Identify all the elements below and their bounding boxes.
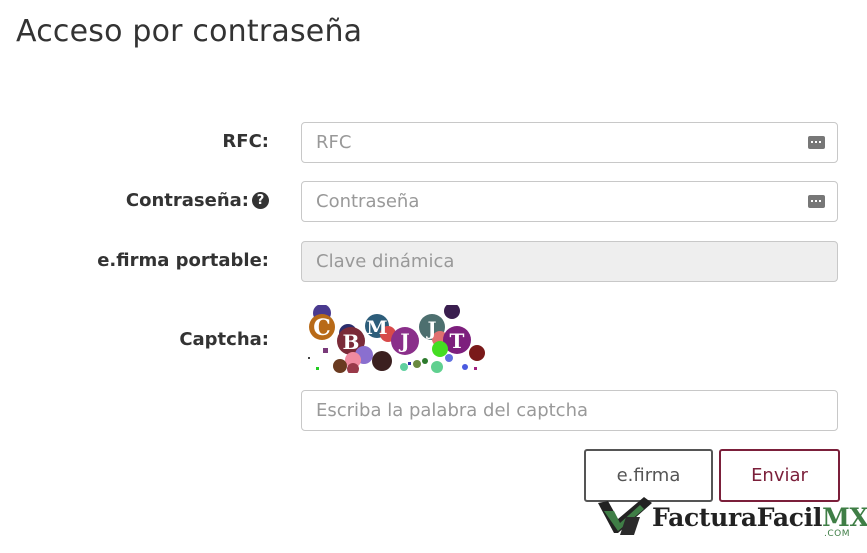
rfc-field[interactable]	[301, 122, 838, 163]
page-title: Acceso por contraseña	[16, 14, 363, 49]
portable-label: e.firma portable:	[97, 250, 269, 271]
captcha-label: Captcha:	[179, 329, 269, 350]
captcha-field[interactable]	[301, 390, 838, 431]
enviar-button[interactable]: Enviar	[719, 449, 840, 502]
rfc-label: RFC:	[222, 131, 269, 152]
portable-field	[301, 241, 838, 282]
svg-text:J: J	[398, 329, 409, 353]
rfc-input[interactable]	[302, 123, 837, 162]
keyboard-icon[interactable]	[808, 136, 825, 149]
svg-text:M: M	[366, 317, 387, 339]
captcha-input[interactable]	[302, 391, 837, 430]
dynamic-key-input	[302, 242, 837, 281]
login-page: Acceso por contraseña RFC: Contraseña:? …	[0, 0, 867, 553]
svg-text:C: C	[313, 315, 331, 341]
facturafacil-logo: FacturaFacilMX .COM	[596, 497, 867, 541]
logo-wordmark: FacturaFacilMX	[652, 503, 867, 532]
password-field[interactable]	[301, 181, 838, 222]
password-label: Contraseña:	[125, 190, 249, 211]
captcha-graphic: C B M J J T	[308, 305, 485, 373]
logo-check-icon	[598, 497, 652, 535]
question-circle-icon[interactable]: ?	[252, 192, 269, 209]
svg-text:J: J	[426, 318, 437, 340]
efirma-button[interactable]: e.firma	[584, 449, 713, 502]
svg-text:B: B	[343, 330, 360, 354]
logo-domain: .COM	[824, 529, 850, 539]
keyboard-icon[interactable]	[808, 195, 825, 208]
captcha-image: C B M J J T	[304, 305, 486, 373]
logo-suffix: MX	[822, 503, 867, 532]
logo-name: FacturaFacil	[652, 503, 823, 532]
svg-text:T: T	[450, 329, 465, 353]
password-input[interactable]	[302, 182, 837, 221]
password-label-row: Contraseña:?	[126, 190, 269, 211]
